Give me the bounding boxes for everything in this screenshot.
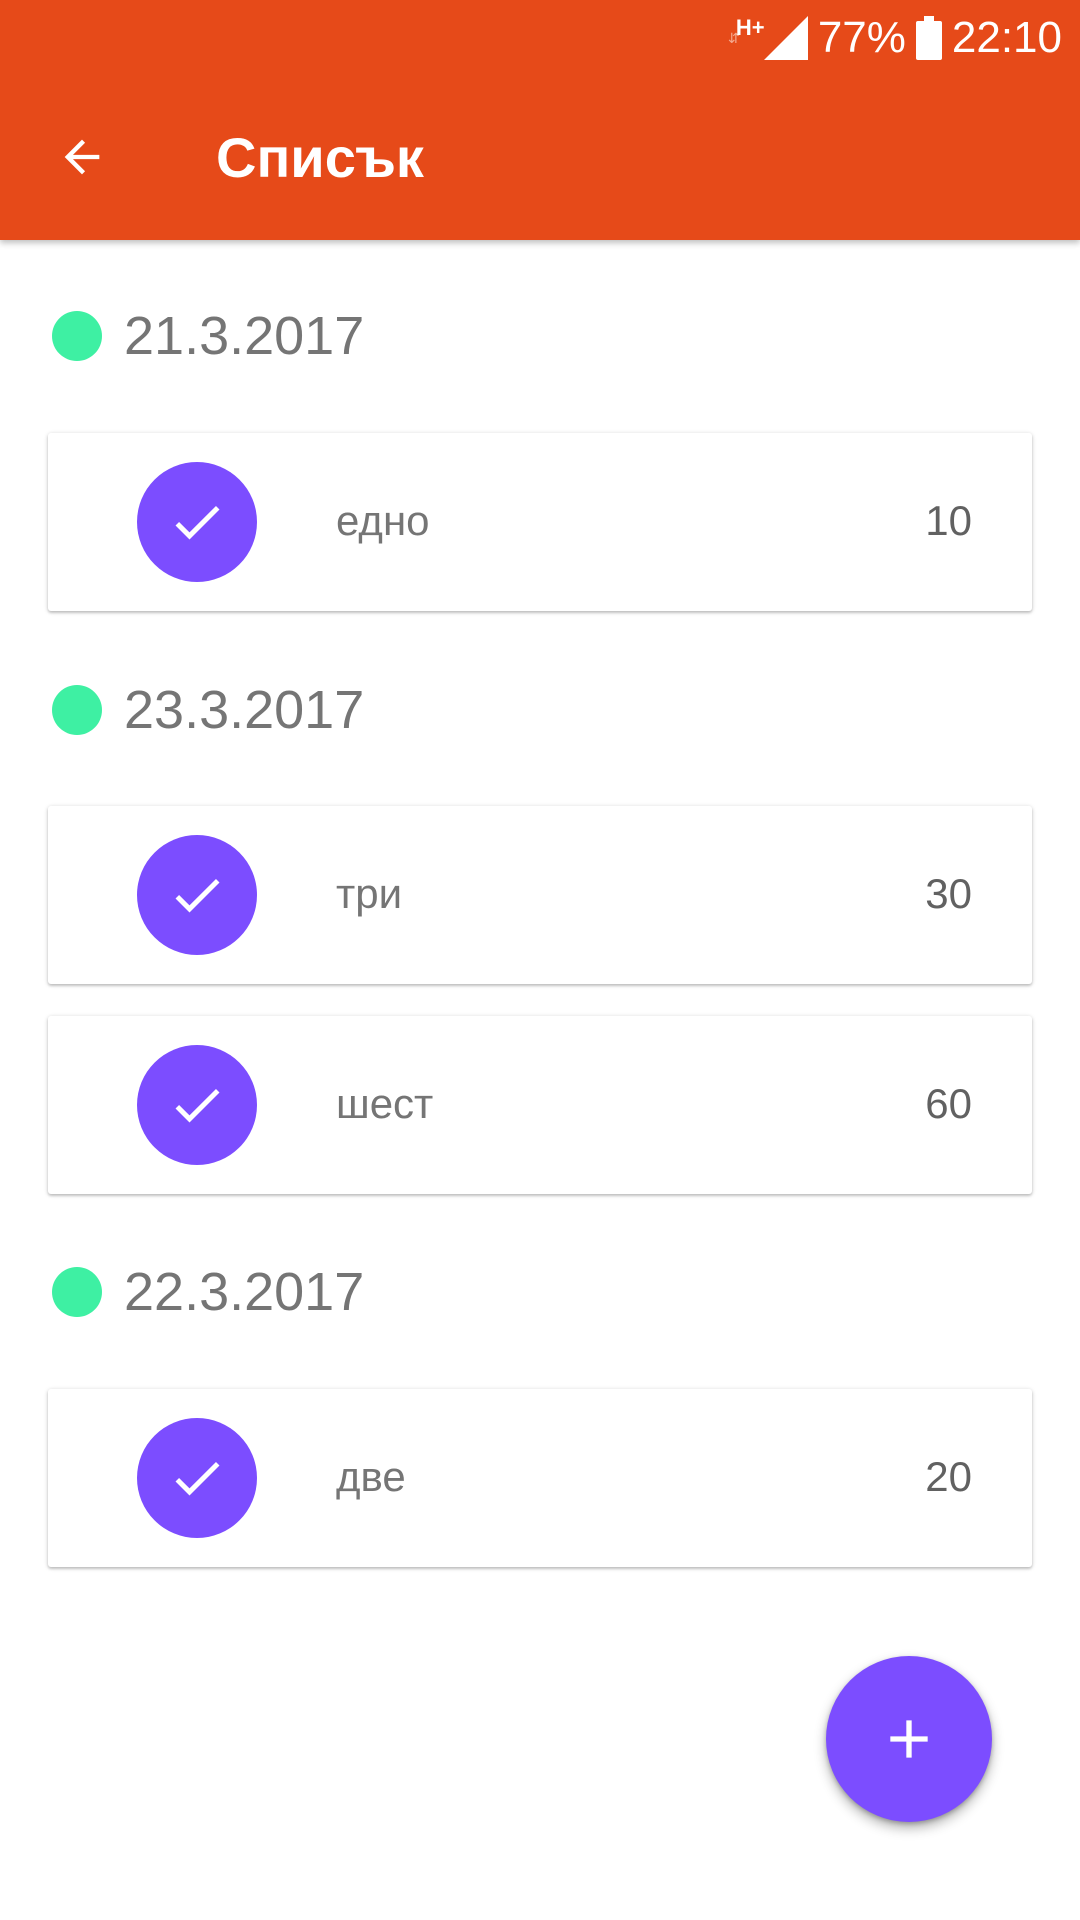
status-dot	[52, 1267, 102, 1317]
group-header: 23.3.2017	[52, 670, 364, 750]
list-item[interactable]: едно 10	[48, 433, 1032, 611]
check-icon	[175, 1088, 220, 1123]
check-button[interactable]	[137, 1045, 257, 1165]
check-button[interactable]	[137, 462, 257, 582]
group-header: 22.3.2017	[52, 1252, 364, 1332]
item-value: 10	[925, 497, 972, 544]
status-icons: ⇵ H+ 77% 22:10	[728, 12, 1062, 64]
clock: 22:10	[951, 13, 1062, 62]
list-item[interactable]: шест 60	[48, 1016, 1032, 1194]
page-title: Списък	[216, 126, 424, 189]
toolbar: Списък	[0, 75, 1080, 240]
battery-percent: 77%	[817, 13, 906, 62]
item-name: две	[336, 1453, 406, 1500]
check-icon	[175, 505, 220, 540]
back-button[interactable]	[40, 115, 124, 199]
check-icon	[175, 1461, 220, 1496]
item-value: 60	[925, 1080, 972, 1127]
screen: ⇵ H+ 77% 22:10 Списък 21.3.2017 едно 10 …	[0, 0, 1080, 1920]
item-value: 20	[925, 1453, 972, 1500]
network-type-indicator: ⇵ H+	[728, 15, 765, 61]
item-name: три	[336, 870, 403, 917]
check-icon	[175, 878, 220, 913]
check-button[interactable]	[137, 835, 257, 955]
list-item[interactable]: две 20	[48, 1389, 1032, 1567]
app-bar: ⇵ H+ 77% 22:10 Списък	[0, 0, 1080, 240]
add-icon	[890, 1720, 928, 1758]
group-date: 22.3.2017	[124, 1262, 365, 1322]
group-date: 21.3.2017	[124, 306, 365, 366]
battery-icon	[915, 16, 942, 60]
group-date: 23.3.2017	[124, 680, 365, 740]
arrow-back-icon	[64, 139, 100, 175]
status-dot	[52, 685, 102, 735]
group-header: 21.3.2017	[52, 296, 364, 376]
item-name: шест	[336, 1080, 434, 1127]
status-dot	[52, 311, 102, 361]
item-name: едно	[336, 497, 430, 544]
status-bar: ⇵ H+ 77% 22:10	[0, 0, 1080, 75]
network-type-label: H+	[735, 15, 765, 40]
list-item[interactable]: три 30	[48, 806, 1032, 984]
item-value: 30	[925, 870, 972, 917]
check-button[interactable]	[137, 1418, 257, 1538]
add-button[interactable]	[826, 1656, 992, 1822]
signal-icon	[763, 16, 808, 60]
